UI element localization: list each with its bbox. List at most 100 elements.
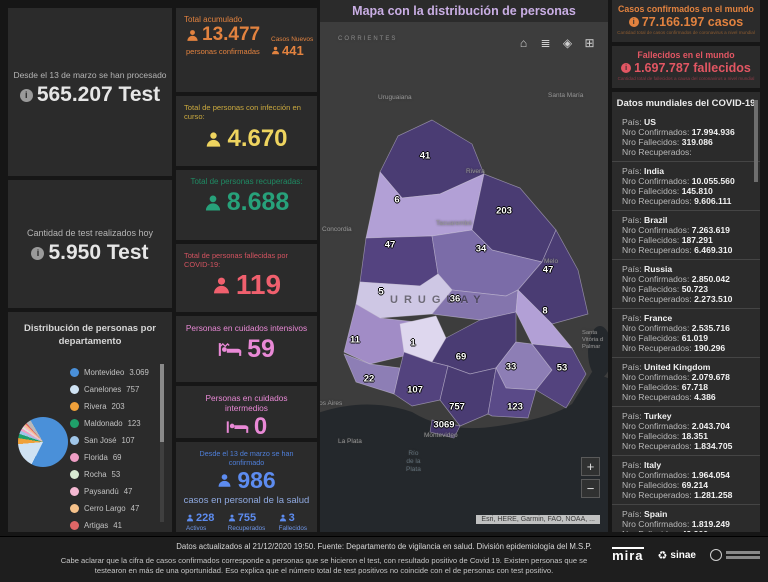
world-data-title: Datos mundiales del COVID-19	[612, 92, 760, 113]
legend-item: San José107	[70, 432, 154, 449]
info-icon	[20, 89, 33, 102]
legend-scrollbar	[160, 364, 164, 522]
deaths-value: 119	[176, 269, 317, 301]
legend-item: Canelones757	[70, 381, 154, 398]
legend-list-icon[interactable]: ≣	[537, 34, 554, 51]
basemap-grid-icon[interactable]: ⊞	[581, 34, 598, 51]
layers-icon[interactable]: ◈	[559, 34, 576, 51]
world-deaths-caption: Cantidad total de fallecidos a causa del…	[612, 76, 760, 81]
department-distribution-panel: Distribución de personas por departament…	[8, 312, 172, 532]
accumulated-title: Total acumulado	[176, 8, 317, 24]
legend-item: Maldonado123	[70, 415, 154, 432]
home-icon[interactable]: ⌂	[515, 34, 532, 51]
icu-panel: Personas en cuidados intensivos 59	[176, 316, 317, 382]
intermediate-care-title: Personas en cuidados intermedios	[176, 386, 317, 413]
world-cases-panel: Casos confirmados en el mundo 77.166.197…	[612, 0, 760, 42]
map-marker-salto[interactable]: 6	[394, 195, 399, 206]
legend-swatch	[70, 521, 79, 530]
health-stat-active: 228 Activos	[186, 512, 214, 532]
map-toolbar: ⌂ ≣ ◈ ⊞	[515, 34, 598, 51]
deaths-panel: Total de personas fallecidas por COVID-1…	[176, 244, 317, 312]
info-icon	[621, 63, 631, 73]
map-marker-san-jose[interactable]: 107	[407, 385, 423, 396]
geo-label-la-plata: La Plata	[338, 438, 362, 445]
tests-processed-caption: Desde el 13 de marzo se han procesado	[8, 70, 172, 80]
map-marker-paysandu[interactable]: 47	[385, 240, 396, 251]
legend-swatch	[70, 436, 79, 445]
recovered-title: Total de personas recuperadas:	[176, 170, 317, 186]
icu-title: Personas en cuidados intensivos	[176, 316, 317, 333]
legend-scrollbar-thumb[interactable]	[160, 364, 164, 442]
world-list-scrollbar	[754, 100, 758, 520]
tests-processed-value: 565.207 Test	[8, 83, 172, 107]
intermediate-care-panel: Personas en cuidados intermedios 0	[176, 386, 317, 438]
msp-logo	[710, 549, 760, 561]
map-marker-florida[interactable]: 69	[456, 352, 467, 363]
health-personnel-caption: Desde el 13 de marzo se han confirmado	[176, 442, 317, 467]
legend-item: Artigas41	[70, 517, 154, 532]
legend-swatch	[70, 453, 79, 462]
world-cases-title: Casos confirmados en el mundo	[612, 4, 760, 14]
dept-paysandu[interactable]	[360, 236, 438, 286]
zoom-out-button[interactable]: −	[581, 479, 600, 498]
map-marker-lavalleja[interactable]: 33	[506, 362, 517, 373]
map-marker-cerro-largo[interactable]: 47	[543, 265, 554, 276]
person-icon	[205, 131, 222, 148]
health-personnel-subtitle: casos en personal de la salud	[176, 495, 317, 506]
world-cases-caption: Cantidad total de casos confirmados de c…	[612, 30, 760, 35]
recovered-panel: Total de personas recuperadas: 8.688	[176, 170, 317, 240]
sinae-logo: ♻ sinae	[658, 549, 696, 562]
map-marker-rivera[interactable]: 203	[496, 206, 512, 217]
map-marker-canelones[interactable]: 757	[449, 402, 465, 413]
map-marker-rocha[interactable]: 53	[557, 363, 568, 374]
map-marker-flores[interactable]: 1	[410, 338, 415, 349]
country-entry: País: Italy Nro Confirmados: 1.964.054 N…	[612, 455, 760, 504]
country-entry: País: Brazil Nro Confirmados: 7.263.619 …	[612, 210, 760, 259]
tests-today-panel: Cantidad de test realizados hoy 5.950 Te…	[8, 180, 172, 308]
bed-icon	[226, 421, 249, 434]
country-entry: País: Russia Nro Confirmados: 2.850.042 …	[612, 259, 760, 308]
department-pie-chart	[18, 417, 68, 467]
geo-label-santa-maria: Santa María	[548, 92, 583, 99]
world-deaths-value: 1.697.787 fallecidos	[612, 61, 760, 75]
tests-processed-panel: Desde el 13 de marzo se han procesado 56…	[8, 8, 172, 176]
distribution-title: Distribución de personas por departament…	[8, 312, 172, 348]
world-list-scrollbar-thumb[interactable]	[754, 100, 758, 182]
map-marker-montevideo[interactable]: 3069	[433, 420, 454, 431]
zoom-in-button[interactable]: +	[581, 457, 600, 476]
map-marker-tacuarembo[interactable]: 34	[476, 244, 487, 255]
geo-label-rio-de-la-plata: Río de la Plata	[406, 450, 421, 474]
footer: Datos actualizados al 21/12/2020 19:50. …	[0, 536, 768, 582]
icu-value: 59	[176, 335, 317, 364]
legend-item: Florida69	[70, 449, 154, 466]
accumulated-value: 13.477	[178, 24, 271, 46]
world-deaths-title: Fallecidos en el mundo	[612, 50, 760, 60]
geo-label-corrientes: CORRIENTES	[338, 36, 397, 42]
map-marker-treinta-y-tres[interactable]: 8	[542, 306, 547, 317]
legend-swatch	[70, 487, 79, 496]
person-icon	[204, 194, 222, 212]
geo-label-montevideo: Montevideo	[424, 432, 458, 439]
legend-item: Cerro Largo47	[70, 500, 154, 517]
map-marker-artigas[interactable]: 41	[420, 151, 431, 162]
map-title: Mapa con la distribución de personas	[320, 0, 608, 22]
intermediate-care-value: 0	[176, 413, 317, 438]
dept-canelones[interactable]	[440, 366, 496, 426]
new-cases-label: Casos Nuevos	[271, 36, 317, 43]
map-marker-durazno[interactable]: 36	[450, 294, 461, 305]
geo-label-buenos-aires: Buenos Aires	[320, 400, 342, 407]
map-marker-maldonado[interactable]: 123	[507, 402, 523, 413]
person-icon	[228, 514, 236, 522]
country-entry: País: United Kingdom Nro Confirmados: 2.…	[612, 357, 760, 406]
total-accumulated-panel: Total acumulado 13.477 personas confirma…	[176, 8, 317, 92]
map-canvas[interactable]: URUGUAY CORRIENTES Uruguaiana Santa Marí…	[320, 22, 608, 532]
country-label: URUGUAY	[390, 294, 487, 306]
person-icon	[186, 29, 199, 42]
recovered-value: 8.688	[176, 188, 317, 217]
hospital-bed-icon	[218, 342, 242, 357]
map-marker-soriano[interactable]: 11	[350, 335, 360, 346]
map-marker-rio-negro[interactable]: 5	[378, 287, 383, 298]
tests-today-caption: Cantidad de test realizados hoy	[8, 228, 172, 238]
health-personnel-panel: Desde el 13 de marzo se han confirmado 9…	[176, 442, 317, 532]
map-marker-colonia[interactable]: 22	[364, 374, 375, 385]
